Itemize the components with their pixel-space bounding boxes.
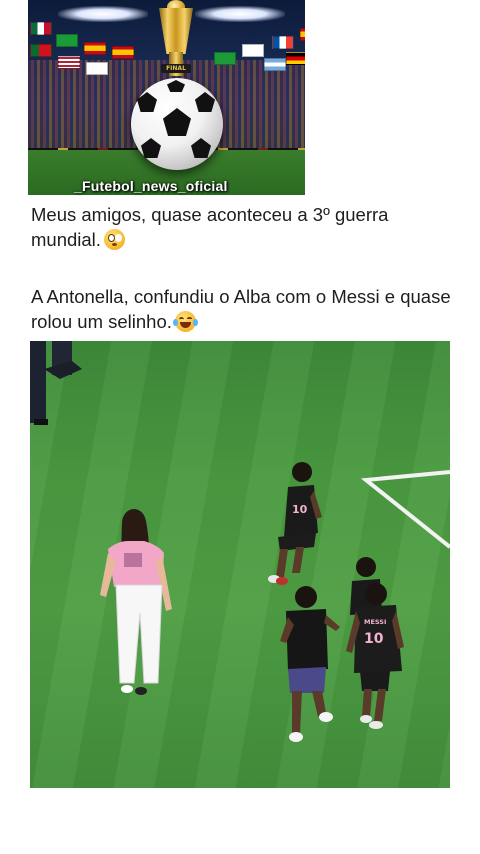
face-with-tears-of-joy-emoji-icon <box>172 311 198 332</box>
flag-portugal <box>30 44 52 57</box>
penalty-box-line <box>360 470 450 549</box>
trophy-label: FINAL <box>161 64 191 73</box>
flag-england <box>86 62 108 75</box>
flag-spain-2 <box>112 46 134 59</box>
flag-mexico <box>30 22 52 35</box>
post-paragraph-1: Meus amigos, quase aconteceu a 3º guerra… <box>31 202 451 252</box>
post-paragraph-1-text: Meus amigos, quase aconteceu a 3º guerra… <box>31 204 389 250</box>
jersey-number: 10 <box>364 631 384 647</box>
flag-brazil-2 <box>214 52 236 65</box>
watermark-text: _Futebol_news_oficial <box>74 178 228 194</box>
flag-france <box>272 36 294 49</box>
jersey-name: MESSI <box>364 618 386 626</box>
flag-spain <box>84 42 106 55</box>
trophy-icon: FINAL <box>155 0 197 80</box>
flag-argentina <box>264 58 286 71</box>
soccer-ball <box>131 78 223 170</box>
running-boy-number: 10 <box>292 503 308 516</box>
stadium-lights-left <box>58 6 148 22</box>
photo-scene: 10 MESSI 10 <box>30 341 450 742</box>
header-image: FINAL <box>28 0 305 195</box>
bystander-legs <box>30 341 82 425</box>
flag-spain-3 <box>300 28 305 41</box>
flag-germany <box>286 52 305 65</box>
stadium-lights-right <box>195 6 285 22</box>
flag-brazil <box>56 34 78 47</box>
post-paragraph-2-text: A Antonella, confundiu o Alba com o Mess… <box>31 286 451 332</box>
boy-front <box>280 586 340 742</box>
flushed-face-emoji-icon <box>103 229 125 250</box>
boy-running: 10 <box>268 462 322 585</box>
main-photo: 10 MESSI 10 <box>30 341 450 788</box>
flag-usa <box>58 56 80 69</box>
flag-england-2 <box>242 44 264 57</box>
post-paragraph-2: A Antonella, confundiu o Alba com o Mess… <box>31 284 451 334</box>
woman-in-pink <box>100 509 172 695</box>
